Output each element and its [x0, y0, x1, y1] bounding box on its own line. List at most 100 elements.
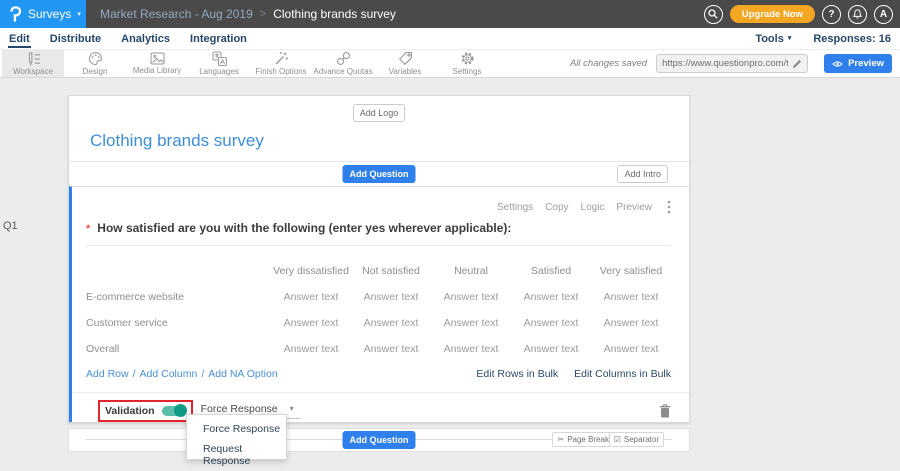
answer-cell[interactable]: Answer text — [271, 317, 351, 329]
required-asterisk: * — [86, 223, 90, 235]
survey-header: Add Logo Clothing brands survey Add Ques… — [69, 96, 689, 186]
add-question-button-bottom[interactable]: Add Question — [343, 431, 416, 449]
kebab-menu-button[interactable] — [667, 200, 671, 214]
answer-cell[interactable]: Answer text — [271, 343, 351, 355]
survey-url-value[interactable]: https://www.questionpro.com/t/APNrFZ — [662, 58, 788, 69]
kebab-menu-icon — [667, 200, 671, 214]
page-break-toggle[interactable]: ✂ Page Break — [552, 432, 614, 447]
menu-item-request-response[interactable]: Request Response — [187, 439, 286, 471]
delete-question-button[interactable] — [659, 404, 671, 418]
question-copy-link[interactable]: Copy — [545, 202, 568, 213]
column-header: Neutral — [431, 265, 511, 277]
add-column-link[interactable]: Add Column — [140, 368, 198, 380]
validation-toggle[interactable] — [162, 406, 186, 416]
tab-integration[interactable]: Integration — [189, 30, 248, 48]
add-logo-button[interactable]: Add Logo — [353, 104, 406, 122]
toolbar-item-media-library[interactable]: Media Library — [126, 50, 188, 77]
notifications-button[interactable] — [848, 5, 867, 24]
search-icon — [708, 9, 718, 19]
toolbar-item-label: Languages — [199, 67, 239, 76]
toolbar-item-workspace[interactable]: Workspace — [2, 50, 64, 77]
matrix-table: Very dissatisfied Not satisfied Neutral … — [86, 258, 671, 362]
toolbar-item-settings[interactable]: Settings — [436, 50, 498, 77]
answer-cell[interactable]: Answer text — [351, 343, 431, 355]
tab-distribute[interactable]: Distribute — [49, 30, 102, 48]
toggle-knob — [174, 404, 187, 417]
validation-row: Validation Force Response ▾ — [86, 393, 671, 426]
section-nav: Edit Distribute Analytics Integration To… — [0, 28, 900, 50]
answer-cell[interactable]: Answer text — [431, 291, 511, 303]
breadcrumb-separator: > — [260, 8, 266, 20]
question-preview-link[interactable]: Preview — [616, 202, 652, 213]
row-label[interactable]: E-commerce website — [86, 291, 271, 303]
response-type-value: Force Response — [201, 403, 278, 415]
menu-item-force-response[interactable]: Force Response — [187, 419, 286, 439]
toolbar-item-variables[interactable]: Variables — [374, 50, 436, 77]
toolbar-item-finish-options[interactable]: Finish Options — [250, 50, 312, 77]
matrix-row: Overall Answer text Answer text Answer t… — [86, 336, 671, 362]
nav-tabs: Edit Distribute Analytics Integration — [8, 30, 248, 48]
answer-cell[interactable]: Answer text — [351, 317, 431, 329]
search-button[interactable] — [704, 5, 723, 24]
separator-label: Separator — [624, 435, 659, 444]
add-question-button-top[interactable]: Add Question — [343, 165, 416, 183]
upgrade-now-button[interactable]: Upgrade Now — [730, 5, 815, 23]
answer-cell[interactable]: Answer text — [591, 343, 671, 355]
answer-cell[interactable]: Answer text — [431, 317, 511, 329]
link-separator: / — [201, 368, 204, 380]
breadcrumb-folder[interactable]: Market Research - Aug 2019 — [100, 7, 253, 21]
tools-menu[interactable]: Tools ▾ — [755, 33, 791, 45]
toolbar-item-label: Variables — [389, 67, 422, 76]
preview-button[interactable]: Preview — [824, 54, 892, 73]
chevron-down-icon: ▾ — [788, 35, 792, 42]
column-header: Satisfied — [511, 265, 591, 277]
tab-analytics[interactable]: Analytics — [120, 30, 171, 48]
question-block: Settings Copy Logic Preview * How satisf… — [69, 186, 689, 422]
edit-rows-in-bulk-link[interactable]: Edit Rows in Bulk — [476, 368, 558, 380]
toolbar-item-design[interactable]: Design — [64, 50, 126, 77]
trash-icon — [659, 404, 671, 418]
answer-cell[interactable]: Answer text — [511, 343, 591, 355]
responses-count[interactable]: Responses: 16 — [813, 33, 891, 45]
validation-label: Validation — [105, 405, 155, 417]
answer-cell[interactable]: Answer text — [351, 291, 431, 303]
page-break-label: Page Break — [567, 435, 609, 444]
edit-columns-in-bulk-link[interactable]: Edit Columns in Bulk — [574, 368, 671, 380]
survey-title[interactable]: Clothing brands survey — [90, 131, 689, 151]
answer-cell[interactable]: Answer text — [591, 291, 671, 303]
row-label[interactable]: Customer service — [86, 317, 271, 329]
column-header: Very satisfied — [591, 265, 671, 277]
add-na-option-link[interactable]: Add NA Option — [208, 368, 277, 380]
tab-edit[interactable]: Edit — [8, 30, 31, 48]
answer-cell[interactable]: Answer text — [511, 317, 591, 329]
variables-icon — [398, 51, 413, 66]
toolbar-right: All changes saved https://www.questionpr… — [570, 50, 900, 77]
answer-cell[interactable]: Answer text — [431, 343, 511, 355]
settings-icon — [460, 51, 475, 66]
surveys-menu[interactable]: Surveys ▾ — [0, 0, 86, 28]
matrix-row: Customer service Answer text Answer text… — [86, 310, 671, 336]
question-logic-link[interactable]: Logic — [581, 202, 605, 213]
answer-cell[interactable]: Answer text — [271, 291, 351, 303]
separator-toggle[interactable]: ☑ Separator — [609, 432, 664, 447]
answer-cell[interactable]: Answer text — [591, 317, 671, 329]
autosave-status: All changes saved — [570, 58, 647, 69]
help-button[interactable]: ? — [822, 5, 841, 24]
column-header: Very dissatisfied — [271, 265, 351, 277]
toolbar-item-languages[interactable]: Languages — [188, 50, 250, 77]
answer-cell[interactable]: Answer text — [511, 291, 591, 303]
add-intro-button[interactable]: Add Intro — [617, 165, 668, 183]
survey-url-field[interactable]: https://www.questionpro.com/t/APNrFZ — [656, 54, 808, 73]
advance-quotas-icon — [336, 51, 351, 66]
toolbar-item-label: Finish Options — [255, 67, 306, 76]
toolbar-item-advance-quotas[interactable]: Advance Quotas — [312, 50, 374, 77]
chevron-down-icon: ▾ — [77, 11, 81, 18]
survey-toolbar: Workspace Design Media Library Languages… — [0, 50, 900, 78]
row-label[interactable]: Overall — [86, 343, 271, 355]
pencil-icon[interactable] — [792, 59, 802, 69]
avatar[interactable]: A — [874, 5, 893, 24]
question-settings-link[interactable]: Settings — [497, 202, 533, 213]
questionpro-logo-icon — [9, 6, 22, 23]
add-row-link[interactable]: Add Row — [86, 368, 129, 380]
question-text[interactable]: How satisfied are you with the following… — [97, 221, 511, 235]
